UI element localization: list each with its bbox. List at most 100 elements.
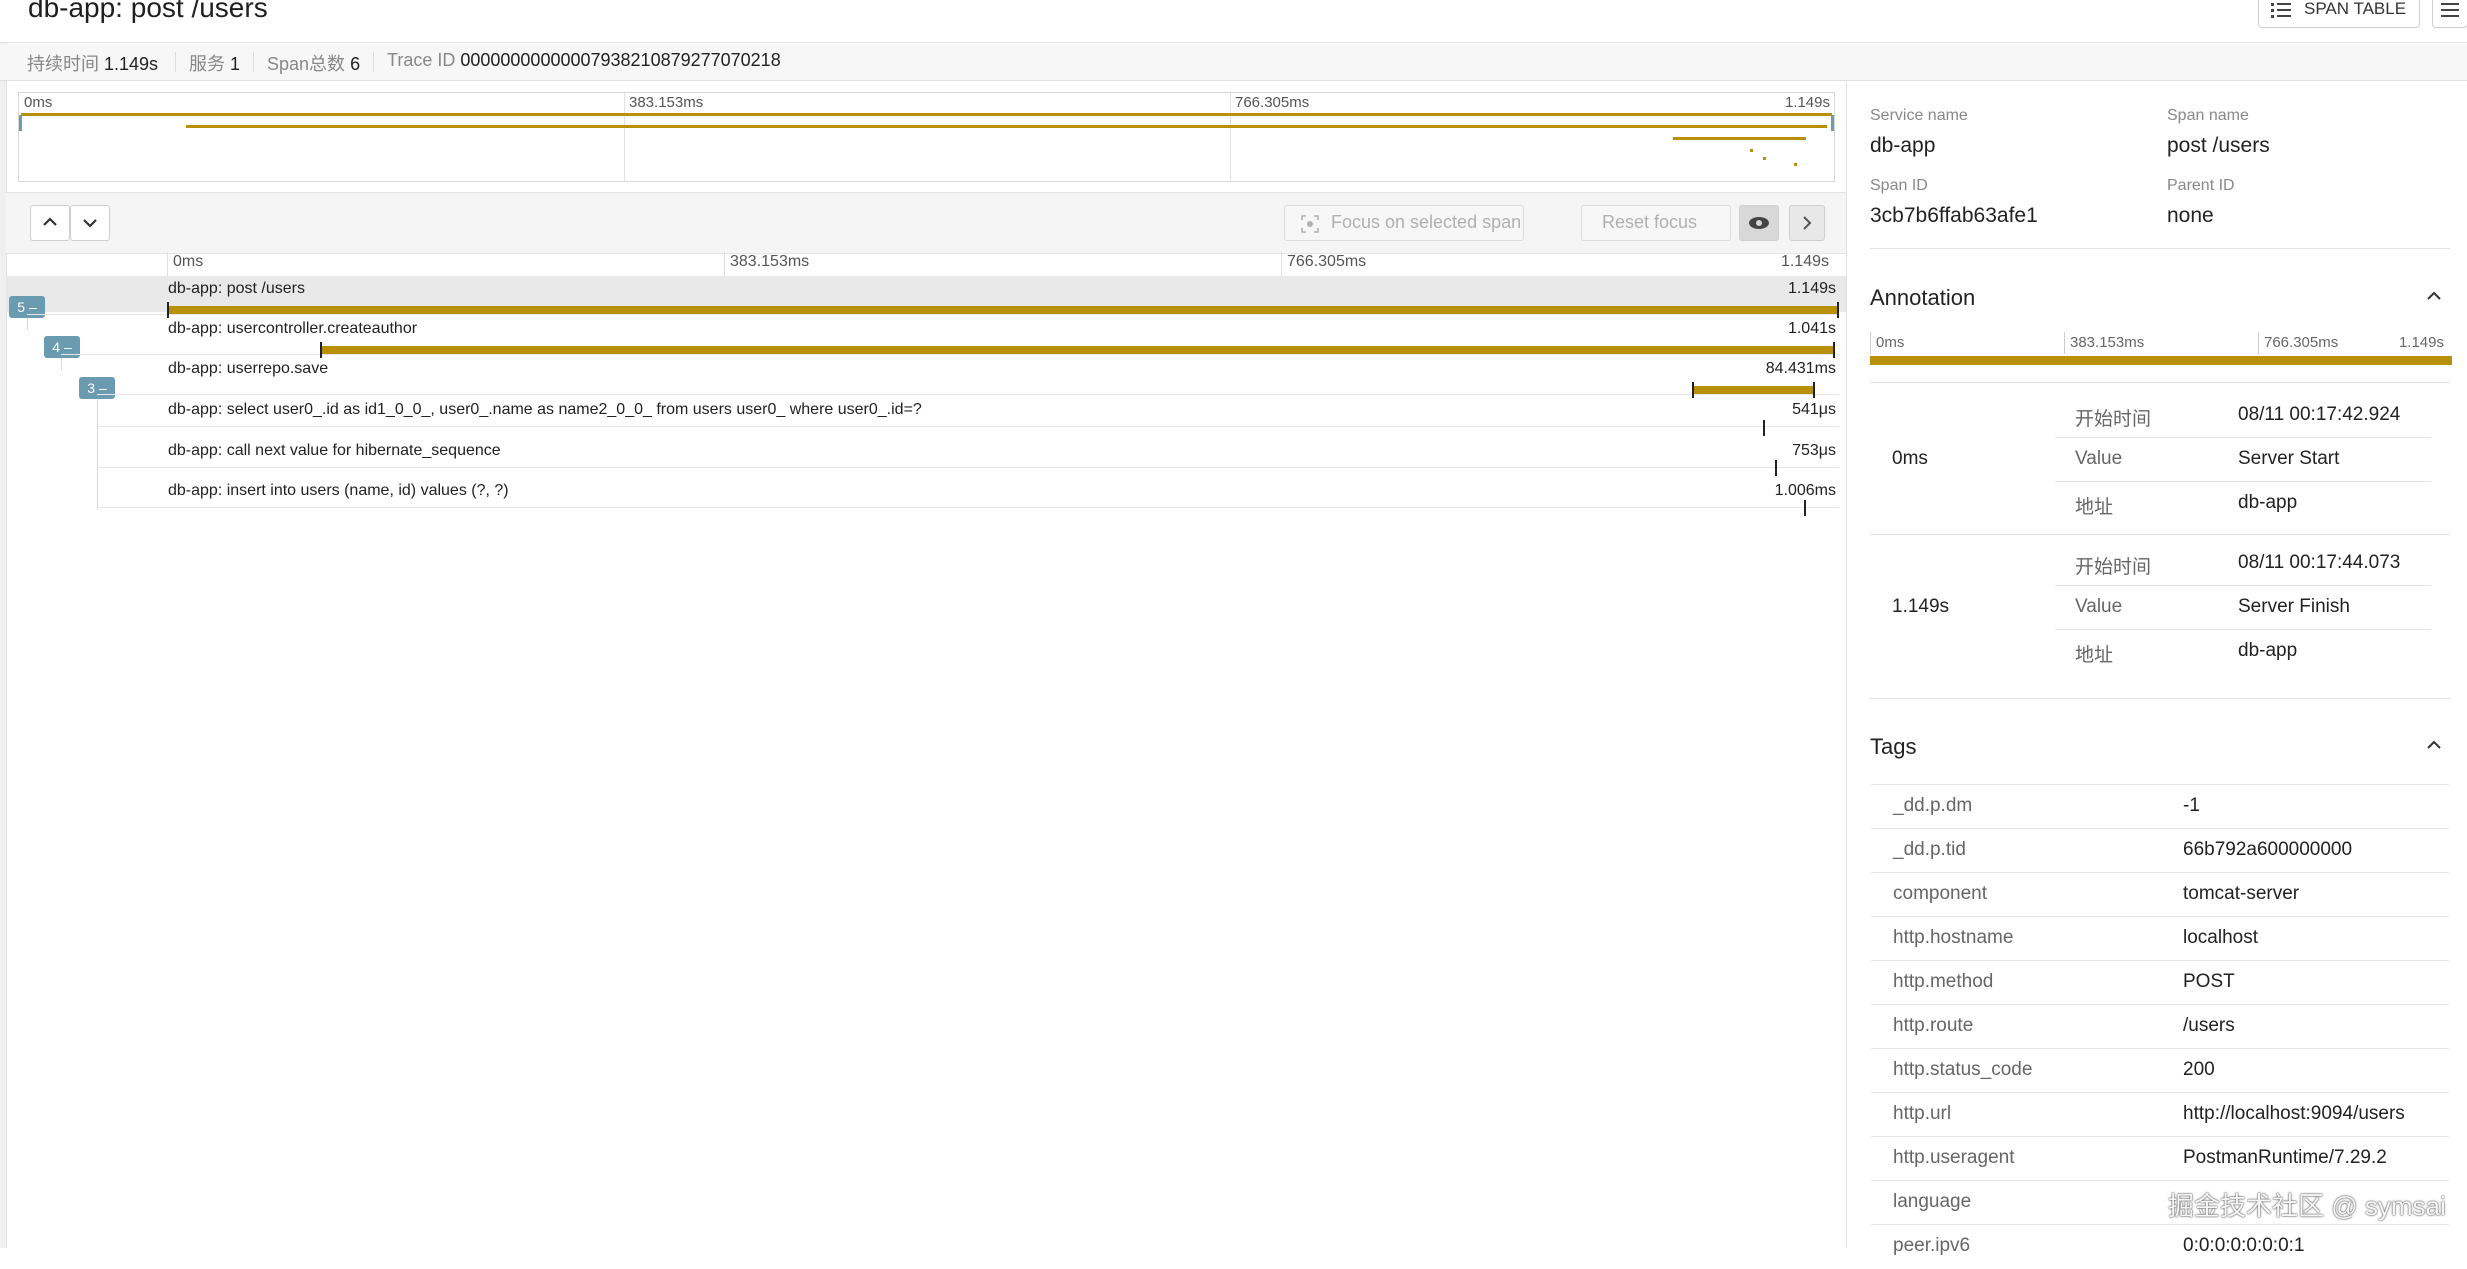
span-bar-start <box>1692 382 1695 398</box>
annotation-time: 1.149s <box>1892 596 1950 617</box>
tag-value: 66b792a600000000 <box>2183 839 2353 860</box>
span-bar[interactable] <box>1692 386 1815 394</box>
annotation-span-bar <box>1870 356 2452 365</box>
stat-spans: Span总数 6 <box>267 54 361 74</box>
span-bar-marker[interactable] <box>1804 500 1807 516</box>
minimap-tick-label: 0ms <box>24 94 53 111</box>
tag-value: 0:0:0:0:0:0:0:1 <box>2183 1235 2305 1256</box>
annotation-tick-label: 0ms <box>1876 334 1905 351</box>
span-collapse-badge[interactable]: 3 – <box>79 377 115 399</box>
next-panel-button[interactable] <box>1789 205 1825 241</box>
tag-key: http.route <box>1893 1015 1974 1036</box>
tag-value: http://localhost:9094/users <box>2183 1103 2405 1124</box>
tag-value: POST <box>2183 971 2235 992</box>
reset-label: Reset focus <box>1602 212 1698 232</box>
annotation-tick-label: 1.149s <box>2398 334 2444 351</box>
annotation-start-label: 开始时间 <box>2075 409 2152 430</box>
tag-value: localhost <box>2183 927 2258 948</box>
expand-down-button[interactable] <box>70 205 110 241</box>
page-title: db-app: post /users <box>28 0 268 23</box>
span-bar-marker[interactable] <box>1763 420 1766 436</box>
tag-value: /users <box>2183 1015 2235 1036</box>
span-id-value: 3cb7b6ffab63afe1 <box>1870 204 2038 227</box>
span-bar-end <box>1832 342 1835 358</box>
minimap-span-bar <box>1762 157 1766 160</box>
span-name[interactable]: db-app: insert into users (name, id) val… <box>168 482 509 500</box>
chevron-down-icon <box>83 219 97 228</box>
tag-value: PostmanRuntime/7.29.2 <box>2183 1147 2387 1168</box>
tag-key: _dd.p.tid <box>1893 839 1966 860</box>
ruler-tick-label: 1.149s <box>1780 253 1829 270</box>
annotation-addr: db-app <box>2238 640 2298 661</box>
focus-selected-span-button[interactable]: Focus on selected span <box>1284 205 1524 241</box>
tag-row: http.hostname localhost <box>1871 916 2449 961</box>
chevron-up-icon <box>43 217 57 226</box>
span-bar[interactable] <box>167 306 1839 314</box>
tag-key: http.url <box>1893 1103 1952 1124</box>
tag-key: component <box>1893 883 1988 904</box>
tag-row: _dd.p.dm -1 <box>1871 784 2449 829</box>
annotation-addr-label: 地址 <box>2075 497 2114 518</box>
stat-duration: 持续时间 1.149s <box>27 54 159 74</box>
span-duration: 1.149s <box>1787 280 1836 297</box>
span-table-button[interactable]: SPAN TABLE <box>2258 0 2420 28</box>
span-name[interactable]: db-app: select user0_.id as id1_0_0_, us… <box>168 401 922 419</box>
ruler-tick-label: 0ms <box>173 253 204 270</box>
reset-focus-button[interactable]: Reset focus <box>1581 205 1731 241</box>
header: db-app: post /users SPAN TABLE <box>0 0 2467 43</box>
watermark: 掘金技术社区 @ symsai <box>2168 1191 2446 1221</box>
focus-icon <box>1301 215 1319 233</box>
span-bar-end <box>1837 302 1839 318</box>
minimap-span-bar <box>1794 163 1798 166</box>
annotation-time: 0ms <box>1892 448 1928 469</box>
tags-title: Tags <box>1870 734 1917 759</box>
ruler-tick-label: 383.153ms <box>730 253 810 270</box>
minimap-span-bar <box>186 125 1828 128</box>
minimap-handle-left[interactable] <box>19 115 22 131</box>
span-bar-start <box>319 342 322 358</box>
minimap-span-bar <box>1672 137 1806 140</box>
span-detail-panel: Service name db-app Span name post /user… <box>1846 82 2467 1256</box>
tag-row: http.route/users <box>1871 1004 2449 1049</box>
minimap-tick-label: 766.305ms <box>1235 94 1310 111</box>
span-name[interactable]: db-app: userrepo.save <box>168 360 328 378</box>
parent-id-value: none <box>2167 204 2214 227</box>
tag-row: http.useragent PostmanRuntime/7.29.2 <box>1871 1136 2449 1181</box>
tag-key: http.hostname <box>1893 927 2014 948</box>
span-table-label: SPAN TABLE <box>2304 0 2407 18</box>
annotation-start-value: 08/11 00:17:44.073 <box>2238 552 2401 573</box>
annotation-timeline: 0ms 383.153ms 766.305ms 1.149s <box>1870 332 2452 365</box>
span-name[interactable]: db-app: post /users <box>168 280 305 298</box>
tag-row: http.url http://localhost:9094/users <box>1871 1092 2449 1137</box>
annotation-addr-label: 地址 <box>2075 645 2114 666</box>
trace-minimap[interactable]: 0ms 383.153ms 766.305ms 1.149s <box>18 92 1835 182</box>
span-bar[interactable] <box>319 346 1835 354</box>
minimap-handle-right[interactable] <box>1831 115 1834 131</box>
tag-value: -1 <box>2183 795 2200 816</box>
eye-icon <box>1749 217 1769 229</box>
tag-row: http.status_code 200 <box>1871 1048 2449 1093</box>
span-duration: 84.431ms <box>1765 360 1836 377</box>
span-name[interactable]: db-app: usercontroller.createauthor <box>168 320 417 338</box>
span-name-label: Span name <box>2167 107 2249 124</box>
span-name[interactable]: db-app: call next value for hibernate_se… <box>168 442 501 460</box>
annotation-addr: db-app <box>2238 492 2298 513</box>
minimap-span-bar <box>21 113 1832 116</box>
chevron-right-icon <box>1803 216 1812 230</box>
trace-stats-bar: 持续时间 1.149s 服务 1 Span总数 6 Trace ID 00000… <box>0 44 2467 81</box>
annotation-value: Server Start <box>2238 448 2340 469</box>
collapse-tags-icon[interactable] <box>2427 738 2441 752</box>
tag-row: _dd.p.tid 66b792a600000000 <box>1871 828 2449 873</box>
toggle-visibility-button[interactable] <box>1739 205 1779 241</box>
tag-value: tomcat-server <box>2183 883 2300 904</box>
span-bar-start <box>167 302 169 318</box>
expand-up-button[interactable] <box>30 205 70 241</box>
span-duration: 1.006ms <box>1774 482 1836 499</box>
tag-key: language <box>1893 1191 1972 1212</box>
annotation-tick-label: 383.153ms <box>2070 334 2145 351</box>
left-edge <box>0 0 7 1248</box>
span-bar-marker[interactable] <box>1774 460 1777 476</box>
menu-button[interactable] <box>2432 0 2467 28</box>
collapse-annotation-icon[interactable] <box>2427 289 2441 303</box>
timeline-ruler: 0ms 383.153ms 766.305ms 1.149s <box>167 252 1839 278</box>
